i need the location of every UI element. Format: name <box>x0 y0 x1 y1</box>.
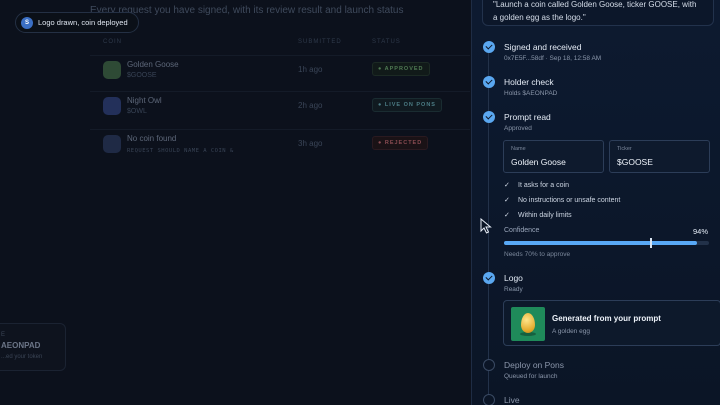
side-card-label: E <box>1 332 6 338</box>
mouse-cursor-icon <box>480 218 492 234</box>
coin-name: Golden Goose <box>127 60 179 69</box>
ticker-field: Ticker $GOOSE <box>609 140 710 173</box>
ticker-field-value: $GOOSE <box>617 157 653 167</box>
coin-name: No coin found <box>127 134 177 143</box>
step-sub-signed: 0x7E5F...58df · Sep 18, 12:58 AM <box>504 55 602 62</box>
check-circle-icon <box>483 272 495 284</box>
prompt-quote: "Launch a coin called Golden Goose, tick… <box>482 0 714 26</box>
status-dot-icon: S <box>21 17 33 29</box>
coin-icon <box>103 135 121 153</box>
step-title-logo: Logo <box>504 273 523 283</box>
coin-name: Night Owl <box>127 96 162 105</box>
check-item: ✓ No instructions or unsafe content <box>504 197 621 204</box>
step-sub-deploy: Queued for launch <box>504 373 558 380</box>
step-sub-holder: Holds $AEONPAD <box>504 90 558 97</box>
confidence-bar <box>504 238 709 248</box>
step-title-holder: Holder check <box>504 77 554 87</box>
table-row[interactable]: No coin found REQUEST SHOULD NAME A COIN… <box>90 129 470 163</box>
ticker-field-label: Ticker <box>617 146 632 152</box>
step-title-live: Live <box>504 395 520 405</box>
check-item: ✓ It asks for a coin <box>504 182 569 189</box>
column-header-submitted: SUBMITTED <box>298 39 342 45</box>
submissions-page: Every request you have signed, with its … <box>0 0 471 405</box>
check-circle-icon <box>483 76 495 88</box>
checkmark-icon: ✓ <box>504 182 510 189</box>
check-item: ✓ Within daily limits <box>504 212 572 219</box>
submitted-time: 1h ago <box>298 65 323 74</box>
confidence-label: Confidence <box>504 227 540 234</box>
submitted-time: 2h ago <box>298 101 323 110</box>
step-title-prompt: Prompt read <box>504 112 551 122</box>
generated-logo-card[interactable]: Generated from your prompt A golden egg <box>503 300 720 346</box>
confidence-fill <box>504 241 697 245</box>
pending-circle-icon <box>483 394 495 405</box>
step-sub-prompt: Approved <box>504 125 532 132</box>
name-field: Name Golden Goose <box>503 140 604 173</box>
step-sub-logo: Ready <box>504 286 523 293</box>
confidence-threshold-note: Needs 70% to approve <box>504 251 571 258</box>
table-row[interactable]: Night Owl $OWL 2h ago ● LIVE ON PONS <box>90 91 470 125</box>
coin-icon <box>103 61 121 79</box>
checkmark-icon: ✓ <box>504 212 510 219</box>
side-card-caption: ...ed your token <box>1 354 43 360</box>
page-subtitle: Every request you have signed, with its … <box>90 5 404 16</box>
side-card-title: AEONPAD <box>1 341 41 350</box>
status-badge: ● APPROVED <box>372 62 430 76</box>
check-circle-icon <box>483 41 495 53</box>
name-field-label: Name <box>511 146 526 152</box>
rejection-reason: REQUEST SHOULD NAME A COIN & <box>127 148 234 154</box>
step-title-deploy: Deploy on Pons <box>504 360 565 370</box>
confidence-value: 94% <box>692 227 708 236</box>
side-card: E AEONPAD ...ed your token <box>0 323 66 371</box>
generated-description: A golden egg <box>552 328 590 335</box>
column-header-status: STATUS <box>372 39 401 45</box>
name-field-value: Golden Goose <box>511 157 566 167</box>
status-toast[interactable]: S Logo drawn, coin deployed <box>15 12 139 33</box>
coin-ticker: $OWL <box>127 108 147 115</box>
submitted-time: 3h ago <box>298 139 323 148</box>
golden-egg-logo <box>511 307 545 341</box>
generated-title: Generated from your prompt <box>552 314 661 323</box>
table-row[interactable]: Golden Goose $GOOSE 1h ago ● APPROVED <box>90 55 470 89</box>
status-badge: ● REJECTED <box>372 136 429 150</box>
coin-icon <box>103 97 121 115</box>
column-header-coin: COIN <box>103 39 122 45</box>
coin-ticker: $GOOSE <box>127 72 157 79</box>
toast-text: Logo drawn, coin deployed <box>38 18 128 27</box>
request-detail-drawer: "Launch a coin called Golden Goose, tick… <box>471 0 720 405</box>
checkmark-icon: ✓ <box>504 197 510 204</box>
threshold-marker <box>650 238 652 248</box>
pending-circle-icon <box>483 359 495 371</box>
step-title-signed: Signed and received <box>504 42 582 52</box>
check-circle-icon <box>483 111 495 123</box>
status-badge: ● LIVE ON PONS <box>372 98 442 112</box>
